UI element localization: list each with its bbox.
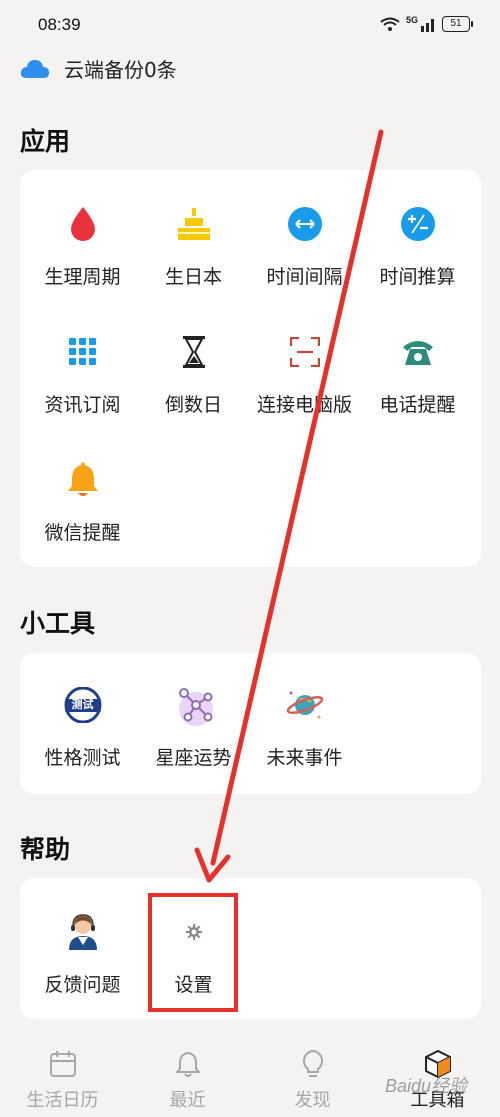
annotation-arrow — [194, 129, 384, 883]
watermark: Baidu经验 — [385, 1076, 468, 1096]
